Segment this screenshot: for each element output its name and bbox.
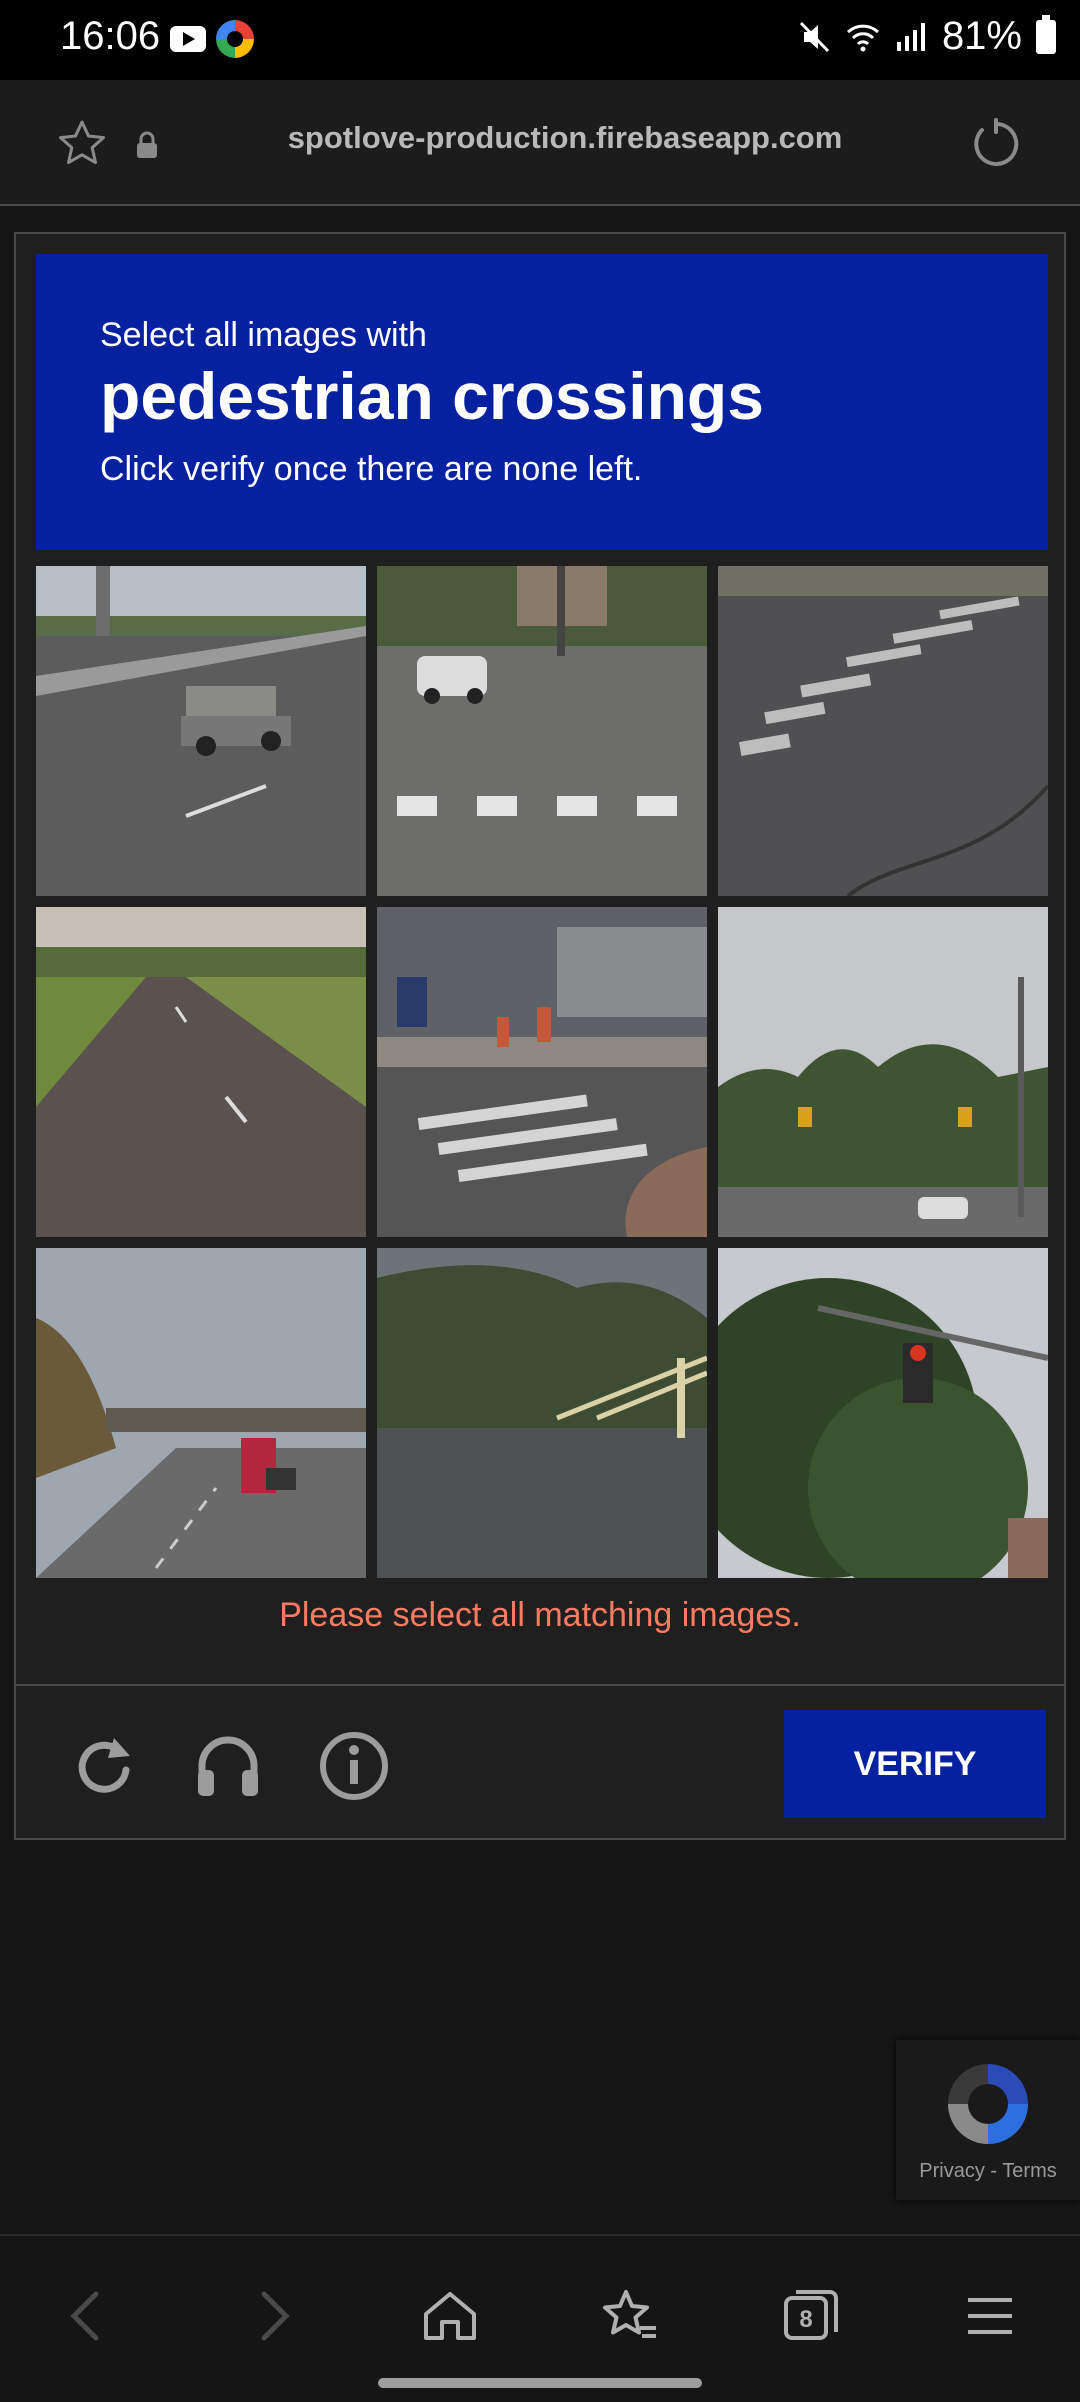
error-message: Please select all matching images. bbox=[279, 1596, 801, 1634]
status-time: 16:06 bbox=[60, 14, 161, 58]
image-tile-5[interactable] bbox=[377, 907, 707, 1237]
battery-percent: 81% bbox=[941, 14, 1022, 58]
captcha-footer: VERIFY bbox=[16, 1684, 1064, 1842]
image-tile-4[interactable] bbox=[36, 907, 366, 1237]
menu-icon[interactable] bbox=[958, 2284, 1022, 2348]
url-field[interactable]: spotlove-production.firebaseapp.com bbox=[200, 120, 930, 156]
status-right: 81% bbox=[798, 14, 1056, 59]
lock-icon bbox=[137, 131, 157, 158]
status-bar: 16:06 81% bbox=[0, 0, 1080, 80]
gesture-bar[interactable] bbox=[378, 2378, 702, 2388]
captcha-header: Select all images with pedestrian crossi… bbox=[36, 254, 1048, 550]
image-tile-1[interactable] bbox=[36, 566, 366, 896]
recaptcha-logo-icon bbox=[948, 2064, 1028, 2144]
image-tile-3[interactable] bbox=[718, 566, 1048, 896]
audio-challenge-icon[interactable] bbox=[192, 1730, 264, 1802]
app-icon bbox=[216, 20, 254, 58]
captcha-challenge: Select all images with pedestrian crossi… bbox=[14, 232, 1066, 1840]
battery-icon bbox=[1036, 14, 1056, 54]
wifi-icon bbox=[846, 24, 879, 51]
back-icon[interactable] bbox=[56, 2284, 120, 2348]
links-separator: - bbox=[990, 2160, 998, 2182]
browser-nav-bar: 8 bbox=[0, 2234, 1080, 2402]
info-icon[interactable] bbox=[318, 1730, 390, 1802]
recaptcha-badge[interactable]: Privacy - Terms bbox=[896, 2040, 1080, 2200]
signal-icon bbox=[896, 22, 925, 51]
image-tile-6[interactable] bbox=[718, 907, 1048, 1237]
captcha-instruction: Select all images with bbox=[100, 316, 427, 354]
browser-address-bar: spotlove-production.firebaseapp.com bbox=[0, 80, 1080, 206]
captcha-target: pedestrian crossings bbox=[100, 359, 764, 433]
image-tile-2[interactable] bbox=[377, 566, 707, 896]
verify-button[interactable]: VERIFY bbox=[784, 1710, 1046, 1818]
terms-link[interactable]: Terms bbox=[1002, 2160, 1056, 2182]
bookmarks-icon[interactable] bbox=[598, 2284, 662, 2348]
page-content: Select all images with pedestrian crossi… bbox=[0, 206, 1080, 2234]
mute-icon bbox=[799, 21, 830, 52]
image-tile-7[interactable] bbox=[36, 1248, 366, 1578]
image-tile-8[interactable] bbox=[377, 1248, 707, 1578]
image-tile-9[interactable] bbox=[718, 1248, 1048, 1578]
home-icon[interactable] bbox=[418, 2284, 482, 2348]
captcha-hint: Click verify once there are none left. bbox=[100, 450, 643, 488]
refresh-icon[interactable] bbox=[68, 1730, 140, 1802]
image-grid bbox=[36, 566, 1048, 1578]
youtube-icon bbox=[170, 26, 206, 52]
recaptcha-links: Privacy - Terms bbox=[896, 2160, 1080, 2183]
privacy-link[interactable]: Privacy bbox=[919, 2160, 985, 2182]
star-icon[interactable] bbox=[56, 118, 108, 170]
reload-icon[interactable] bbox=[968, 116, 1024, 172]
forward-icon[interactable] bbox=[240, 2284, 304, 2348]
tabs-button[interactable]: 8 bbox=[778, 2284, 842, 2348]
tab-count: 8 bbox=[799, 2306, 813, 2333]
